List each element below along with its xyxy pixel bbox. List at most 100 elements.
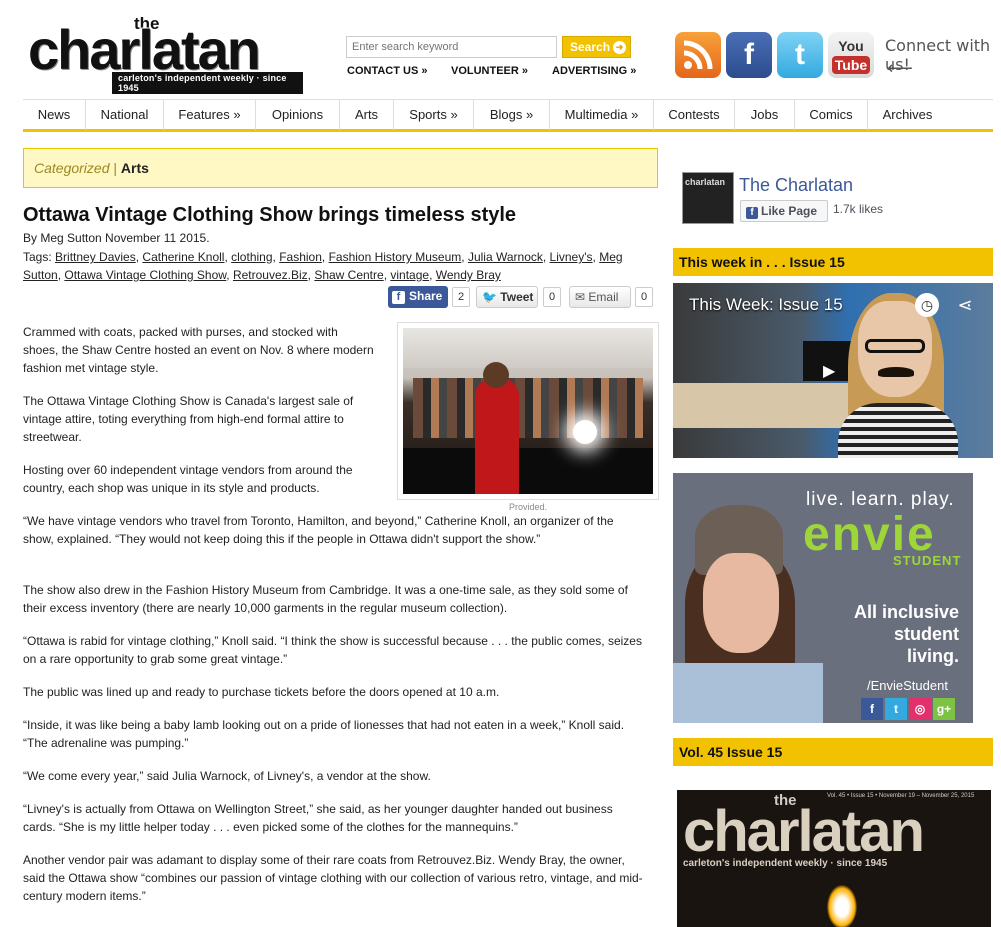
article-paragraph: “We have vintage vendors who travel from…	[23, 512, 643, 548]
play-icon[interactable]: ▶	[823, 361, 835, 381]
email-count: 0	[635, 287, 653, 307]
nav-features[interactable]: Features »	[164, 100, 256, 130]
category-box: Categorized | Arts	[23, 148, 658, 188]
tag-link[interactable]: vintage	[390, 268, 429, 282]
main-nav: News National Features » Opinions Arts S…	[23, 99, 993, 132]
page-thumbnail[interactable]: charlatan	[682, 172, 734, 224]
fb-page-name[interactable]: The Charlatan	[739, 175, 853, 196]
tag-link[interactable]: clothing	[231, 250, 272, 264]
instagram-icon[interactable]: ◎	[909, 698, 931, 720]
article-paragraph: Another vendor pair was adamant to displ…	[23, 853, 643, 903]
facebook-share-label: Share	[409, 289, 443, 303]
search-button[interactable]: Search ➜	[562, 36, 631, 58]
article-paragraph: The Ottawa Vintage Clothing Show is Cana…	[23, 394, 354, 444]
article-paragraph: The public was lined up and ready to pur…	[23, 685, 500, 699]
search-input[interactable]	[346, 36, 557, 58]
facebook-icon: f	[392, 291, 405, 304]
tag-link[interactable]: Julia Warnock	[468, 250, 543, 264]
arrow-right-icon: ➜	[613, 41, 627, 54]
video-player[interactable]: This Week: Issue 15 ◷ ⋖ ▶	[673, 283, 993, 458]
article-tags: Tags: Brittney Davies, Catherine Knoll, …	[23, 250, 623, 282]
youtube-you: You	[838, 38, 864, 54]
contact-us-link[interactable]: CONTACT US »	[347, 65, 427, 77]
facebook-icon[interactable]: f	[861, 698, 883, 720]
facebook-icon[interactable]: f	[726, 32, 772, 78]
like-page-button[interactable]: f Like Page	[740, 200, 828, 222]
cover-image	[827, 885, 857, 927]
logo-wordmark: charlatan	[28, 18, 261, 81]
nav-multimedia[interactable]: Multimedia »	[550, 100, 654, 130]
article-paragraph: “We come every year,” said Julia Warnock…	[23, 769, 431, 783]
issue-cover[interactable]: Vol. 45 • Issue 15 • November 19 – Novem…	[677, 790, 991, 927]
tweet-count: 0	[543, 287, 561, 307]
youtube-icon[interactable]: You Tube	[828, 32, 874, 78]
tag-link[interactable]: Fashion	[279, 250, 322, 264]
arrow-left-icon: ⟵	[887, 58, 913, 79]
google-plus-icon[interactable]: g+	[933, 698, 955, 720]
article-paragraph: “Inside, it was like being a baby lamb l…	[23, 718, 625, 750]
vintage-show-image	[403, 328, 653, 494]
article-paragraph: “Ottawa is rabid for vintage clothing,” …	[23, 634, 642, 666]
facebook-share-button[interactable]: f Share	[388, 286, 448, 308]
cover-tagline: carleton's independent weekly · since 19…	[683, 858, 888, 869]
tag-link[interactable]: Fashion History Museum	[329, 250, 462, 264]
facebook-icon: f	[746, 207, 758, 219]
tags-label: Tags:	[23, 250, 52, 264]
site-logo[interactable]: the charlatan carleton's independent wee…	[28, 14, 303, 94]
nav-blogs[interactable]: Blogs »	[474, 100, 550, 130]
tag-link[interactable]: Retrouvez.Biz	[233, 268, 308, 282]
article-paragraph: The show also drew in the Fashion Histor…	[23, 583, 628, 615]
tag-link[interactable]: Livney's	[550, 250, 593, 264]
ad-handle: /EnvieStudent	[867, 678, 948, 693]
cover-wordmark: charlatan	[683, 799, 925, 864]
nav-jobs[interactable]: Jobs	[735, 100, 795, 130]
ad-sub: STUDENT	[893, 553, 962, 568]
twitter-icon[interactable]: t	[885, 698, 907, 720]
volunteer-link[interactable]: VOLUNTEER »	[451, 65, 528, 77]
category-value[interactable]: Arts	[121, 160, 149, 176]
twitter-bird-icon: 🐦	[482, 290, 497, 304]
nav-national[interactable]: National	[86, 100, 164, 130]
share-icon[interactable]: ⋖	[953, 293, 977, 317]
fb-like-count: 1.7k likes	[833, 202, 884, 216]
clock-icon[interactable]: ◷	[915, 293, 939, 317]
category-separator: |	[113, 160, 118, 176]
article-paragraph: Hosting over 60 independent vintage vend…	[23, 463, 353, 495]
email-label: Email	[588, 290, 619, 304]
tag-link[interactable]: Wendy Bray	[436, 268, 501, 282]
envelope-icon: ✉	[575, 290, 586, 304]
issue-heading: Vol. 45 Issue 15	[673, 738, 993, 766]
article-title: Ottawa Vintage Clothing Show brings time…	[23, 204, 517, 226]
tag-link[interactable]: Brittney Davies	[55, 250, 136, 264]
search-button-label: Search	[570, 40, 611, 54]
nav-news[interactable]: News	[23, 100, 86, 130]
category-label: Categorized	[34, 160, 110, 176]
like-page-label: Like Page	[761, 204, 818, 218]
nav-archives[interactable]: Archives	[868, 100, 947, 130]
tweet-label: Tweet	[500, 290, 534, 304]
facebook-page-widget: charlatan The Charlatan f Like Page 1.7k …	[673, 162, 993, 232]
nav-arts[interactable]: Arts	[340, 100, 394, 130]
tag-link[interactable]: Ottawa Vintage Clothing Show	[64, 268, 226, 282]
youtube-tube: Tube	[831, 56, 871, 74]
logo-tagline: carleton's independent weekly · since 19…	[112, 72, 303, 94]
nav-opinions[interactable]: Opinions	[256, 100, 340, 130]
email-button[interactable]: ✉ Email	[569, 286, 631, 308]
tag-link[interactable]: Shaw Centre	[314, 268, 383, 282]
this-week-heading: This week in . . . Issue 15	[673, 248, 993, 276]
nav-contests[interactable]: Contests	[654, 100, 735, 130]
rss-icon[interactable]	[675, 32, 721, 78]
nav-comics[interactable]: Comics	[795, 100, 868, 130]
article-paragraph: Crammed with coats, packed with purses, …	[23, 325, 374, 375]
photo-caption: Provided.	[508, 502, 548, 512]
tag-link[interactable]: Catherine Knoll	[142, 250, 224, 264]
article-paragraph: “Livney's is actually from Ottawa on Wel…	[23, 802, 613, 834]
twitter-icon[interactable]: t	[777, 32, 823, 78]
article-photo[interactable]	[397, 322, 659, 500]
tweet-button[interactable]: 🐦 Tweet	[476, 286, 538, 308]
envie-advertisement[interactable]: live. learn. play. envie STUDENT All inc…	[673, 473, 973, 723]
advertising-link[interactable]: ADVERTISING »	[552, 65, 636, 77]
article-paragraph-text: “We have vintage vendors who travel from…	[23, 514, 614, 546]
ad-inclusive: All inclusive student living.	[853, 602, 959, 666]
nav-sports[interactable]: Sports »	[394, 100, 474, 130]
